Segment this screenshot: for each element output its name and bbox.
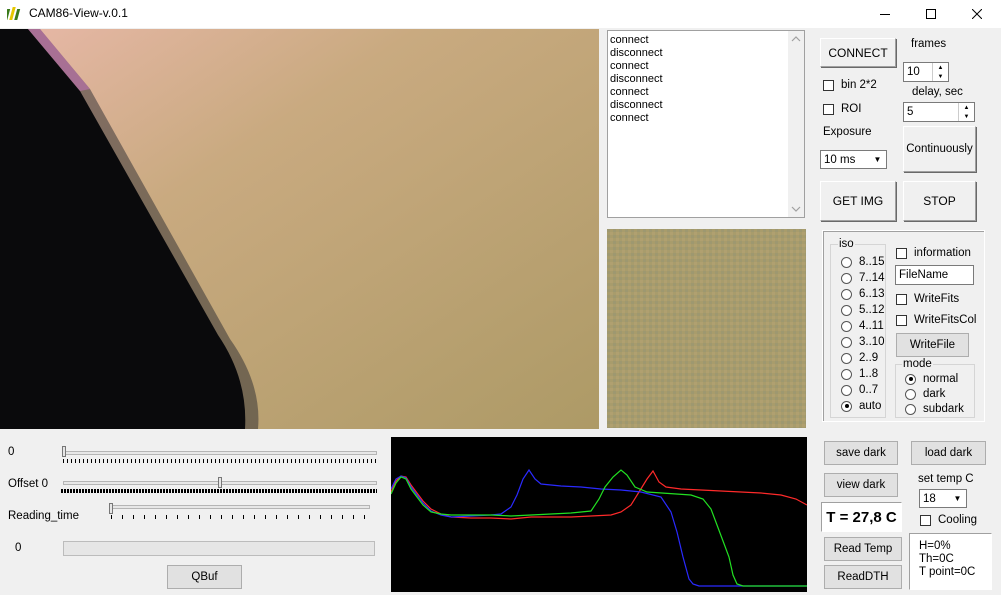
title-bar (0, 0, 1001, 28)
humidity-info: H=0% Th=0C T point=0C (909, 533, 992, 590)
iso-option[interactable]: 4..11 (841, 320, 884, 332)
histogram-red-curve (390, 469, 808, 520)
writefits-checkbox[interactable]: WriteFits (896, 293, 959, 305)
continuously-button[interactable]: Continuously (903, 126, 976, 172)
delay-value: 5 (907, 106, 914, 118)
iso-group-title: iso (838, 238, 855, 250)
cooling-checkbox[interactable]: Cooling (920, 514, 977, 526)
frames-label: frames (911, 38, 947, 50)
window-title: CAM86-View-v.0.1 (29, 6, 128, 20)
camera-image (0, 29, 599, 429)
set-temp-value: 18 (923, 493, 936, 505)
close-button[interactable] (954, 0, 1000, 28)
iso-option[interactable]: 8..15 (841, 256, 885, 268)
set-temp-label: set temp C (918, 473, 974, 485)
progress-value-label: 0 (15, 542, 22, 554)
t-point-value: T point=0C (919, 566, 976, 578)
iso-option[interactable]: 6..13 (841, 288, 885, 300)
writefile-button[interactable]: WriteFile (896, 333, 969, 357)
reading-time-slider-track[interactable] (111, 505, 370, 509)
read-temp-button[interactable]: Read Temp (824, 537, 902, 561)
exposure-label: Exposure (823, 126, 872, 138)
bin-checkbox[interactable]: bin 2*2 (823, 79, 877, 91)
scroll-up-icon (791, 36, 801, 42)
iso-option[interactable]: 1..8 (841, 368, 878, 380)
chevron-down-icon[interactable]: ▼ (870, 152, 885, 167)
delay-label: delay, sec (912, 86, 963, 98)
set-temp-select[interactable]: 18 ▼ (919, 489, 967, 508)
gain-value-label: 0 (8, 446, 15, 458)
reading-time-slider-ticks (111, 515, 370, 519)
chevron-down-icon[interactable]: ▼ (950, 491, 965, 506)
spin-up-icon[interactable]: ▲ (933, 63, 948, 72)
iso-option[interactable]: 2..9 (841, 352, 878, 364)
scroll-down-icon (791, 206, 801, 212)
histogram-green-curve (390, 469, 807, 587)
offset-label: Offset 0 (8, 478, 49, 490)
log-line: connect (610, 34, 649, 46)
spin-up-icon[interactable]: ▲ (959, 103, 974, 112)
iso-option-auto[interactable]: auto (841, 400, 881, 412)
histogram-blue-curve (390, 468, 807, 587)
iso-option[interactable]: 7..14 (841, 272, 885, 284)
progress-bar (63, 541, 375, 556)
frames-spinner[interactable]: 10 ▲ ▼ (903, 62, 949, 82)
qbuf-button[interactable]: QBuf (167, 565, 242, 589)
writefitscol-checkbox[interactable]: WriteFitsCol (896, 314, 976, 326)
app-icon (4, 6, 23, 22)
spin-down-icon[interactable]: ▼ (959, 112, 974, 121)
temperature-readout: T = 27,8 C (821, 502, 902, 532)
exposure-select[interactable]: 10 ms ▼ (820, 150, 887, 169)
mode-option-dark[interactable]: dark (905, 388, 945, 400)
connect-button[interactable]: CONNECT (820, 38, 896, 67)
get-img-button[interactable]: GET IMG (820, 181, 896, 221)
stop-button[interactable]: STOP (903, 181, 976, 221)
log-list[interactable]: connect disconnect connect disconnect co… (607, 30, 805, 218)
roi-label: ROI (841, 103, 862, 115)
save-dark-button[interactable]: save dark (824, 441, 898, 465)
th-value: Th=0C (919, 553, 954, 565)
mode-option-normal[interactable]: normal (905, 373, 958, 385)
close-icon (972, 9, 982, 19)
histogram (390, 437, 808, 592)
gain-slider-ticks (63, 459, 377, 463)
log-scrollbar[interactable] (788, 31, 804, 217)
bin-label: bin 2*2 (841, 79, 877, 91)
view-dark-button[interactable]: view dark (824, 473, 898, 497)
read-dth-button[interactable]: ReadDTH (824, 565, 902, 589)
spin-down-icon[interactable]: ▼ (933, 72, 948, 81)
frames-value: 10 (907, 66, 920, 78)
humidity-value: H=0% (919, 540, 951, 552)
zoom-preview (607, 229, 806, 428)
exposure-value: 10 ms (824, 154, 856, 166)
mode-group-title: mode (902, 358, 933, 370)
iso-option[interactable]: 3..10 (841, 336, 885, 348)
offset-slider-ticks (61, 489, 377, 493)
reading-time-label: Reading_time (8, 510, 79, 522)
maximize-icon (926, 9, 936, 19)
minimize-icon (880, 14, 890, 15)
log-line: connect (610, 112, 649, 124)
maximize-button[interactable] (908, 0, 954, 28)
filename-input[interactable]: FileName (895, 265, 974, 285)
log-lines: connect disconnect connect disconnect co… (610, 34, 663, 125)
log-line: connect (610, 60, 649, 72)
log-line: disconnect (610, 47, 663, 59)
gain-slider-thumb[interactable] (62, 446, 66, 457)
reading-time-slider-thumb[interactable] (109, 503, 113, 514)
log-line: connect (610, 86, 649, 98)
gain-slider-track[interactable] (63, 451, 377, 455)
mode-option-subdark[interactable]: subdark (905, 403, 964, 415)
minimize-button[interactable] (862, 0, 908, 28)
load-dark-button[interactable]: load dark (911, 441, 986, 465)
information-checkbox[interactable]: information (896, 247, 971, 259)
roi-checkbox[interactable]: ROI (823, 103, 861, 115)
log-line: disconnect (610, 99, 663, 111)
iso-option[interactable]: 5..12 (841, 304, 885, 316)
offset-slider-thumb[interactable] (218, 477, 222, 488)
delay-spinner[interactable]: 5 ▲ ▼ (903, 102, 975, 122)
log-line: disconnect (610, 73, 663, 85)
iso-option[interactable]: 0..7 (841, 384, 878, 396)
